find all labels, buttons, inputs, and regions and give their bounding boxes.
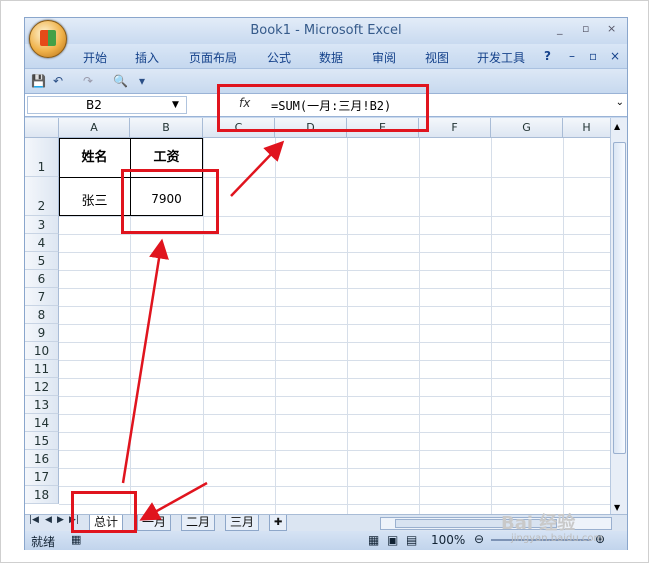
- arrow-to-formula: [230, 140, 285, 197]
- watermark-url: jingyan.baidu.com: [511, 533, 604, 544]
- annotation-arrows: [121, 140, 285, 521]
- arrow-to-sheet-tabs: [139, 481, 208, 521]
- watermark-logo: Bai 经验: [501, 513, 576, 534]
- arrow-to-cell: [121, 238, 169, 484]
- screenshot-frame: Book1 - Microsoft Excel _ ▫ × 开始 插入 页面布局…: [0, 0, 649, 563]
